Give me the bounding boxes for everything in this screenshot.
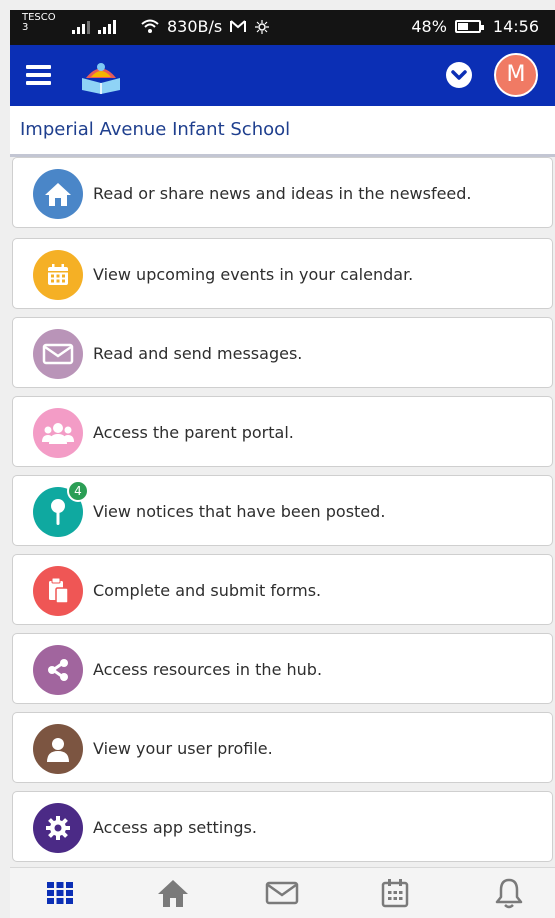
- menu-icon[interactable]: [26, 65, 51, 85]
- menu-item-label: View your user profile.: [93, 739, 273, 758]
- menu-item-notices[interactable]: 4 View notices that have been posted.: [12, 475, 553, 546]
- wifi-icon: [141, 19, 159, 33]
- group-icon: [33, 408, 83, 458]
- menu-item-label: Complete and submit forms.: [93, 581, 322, 600]
- calendar-icon: [33, 250, 83, 300]
- carrier-sub: 3: [22, 22, 29, 33]
- signal-indicators: [72, 18, 116, 34]
- grid-icon: [47, 882, 73, 904]
- gear-icon: [33, 803, 83, 853]
- menu-item-label: View upcoming events in your calendar.: [93, 265, 414, 284]
- school-logo: [82, 63, 120, 94]
- menu-item-parent-portal[interactable]: Access the parent portal.: [12, 396, 553, 467]
- nav-messages[interactable]: [260, 874, 304, 912]
- calendar-icon: [381, 879, 409, 908]
- bottom-navigation: [10, 867, 555, 918]
- menu-item-settings[interactable]: Access app settings.: [12, 791, 553, 862]
- battery-icon: [454, 20, 484, 33]
- chevron-down-icon: [451, 70, 467, 80]
- gmail-icon: [230, 20, 247, 32]
- mail-icon: [33, 329, 83, 379]
- menu-item-label: Read and send messages.: [93, 344, 303, 363]
- menu-item-label: View notices that have been posted.: [93, 502, 386, 521]
- menu-item-label: Access app settings.: [93, 818, 257, 837]
- home-icon: [33, 169, 83, 219]
- status-bar: TESCO 3 830B/s 48% 14:56: [10, 10, 555, 45]
- menu-item-label: Access resources in the hub.: [93, 660, 323, 679]
- menu-item-forms[interactable]: Complete and submit forms.: [12, 554, 553, 625]
- menu-item-newsfeed[interactable]: Read or share news and ideas in the news…: [12, 157, 553, 228]
- notification-badge: 4: [67, 480, 89, 502]
- menu-item-calendar[interactable]: View upcoming events in your calendar.: [12, 238, 553, 309]
- menu-item-messages[interactable]: Read and send messages.: [12, 317, 553, 388]
- clock: 14:56: [492, 17, 539, 36]
- user-avatar[interactable]: M: [494, 53, 538, 97]
- nav-home[interactable]: [151, 874, 195, 912]
- menu-item-label: Access the parent portal.: [93, 423, 294, 442]
- home-icon: [158, 880, 188, 907]
- menu-item-label: Read or share news and ideas in the news…: [93, 184, 472, 203]
- school-name: Imperial Avenue Infant School: [20, 119, 291, 140]
- network-info: 830B/s: [141, 17, 270, 36]
- carrier-info: TESCO 3: [22, 13, 56, 33]
- signal-icon: [98, 18, 116, 34]
- menu-item-hub[interactable]: Access resources in the hub.: [12, 633, 553, 704]
- account-dropdown-button[interactable]: [446, 62, 472, 88]
- network-speed: 830B/s: [167, 17, 223, 36]
- signal-icon: [72, 18, 90, 34]
- app-header: M: [10, 45, 555, 106]
- app-notification-icon: [255, 19, 270, 34]
- nav-notifications[interactable]: [487, 874, 531, 912]
- mail-icon: [265, 881, 299, 905]
- battery-time: 48% 14:56: [411, 17, 539, 36]
- user-icon: [33, 724, 83, 774]
- battery-percent: 48%: [411, 17, 447, 36]
- nav-calendar[interactable]: [373, 874, 417, 912]
- bell-icon: [495, 878, 523, 909]
- school-title-bar: Imperial Avenue Infant School: [10, 106, 555, 157]
- menu-item-profile[interactable]: View your user profile.: [12, 712, 553, 783]
- clipboard-icon: [33, 566, 83, 616]
- share-icon: [33, 645, 83, 695]
- nav-menu-grid[interactable]: [38, 874, 82, 912]
